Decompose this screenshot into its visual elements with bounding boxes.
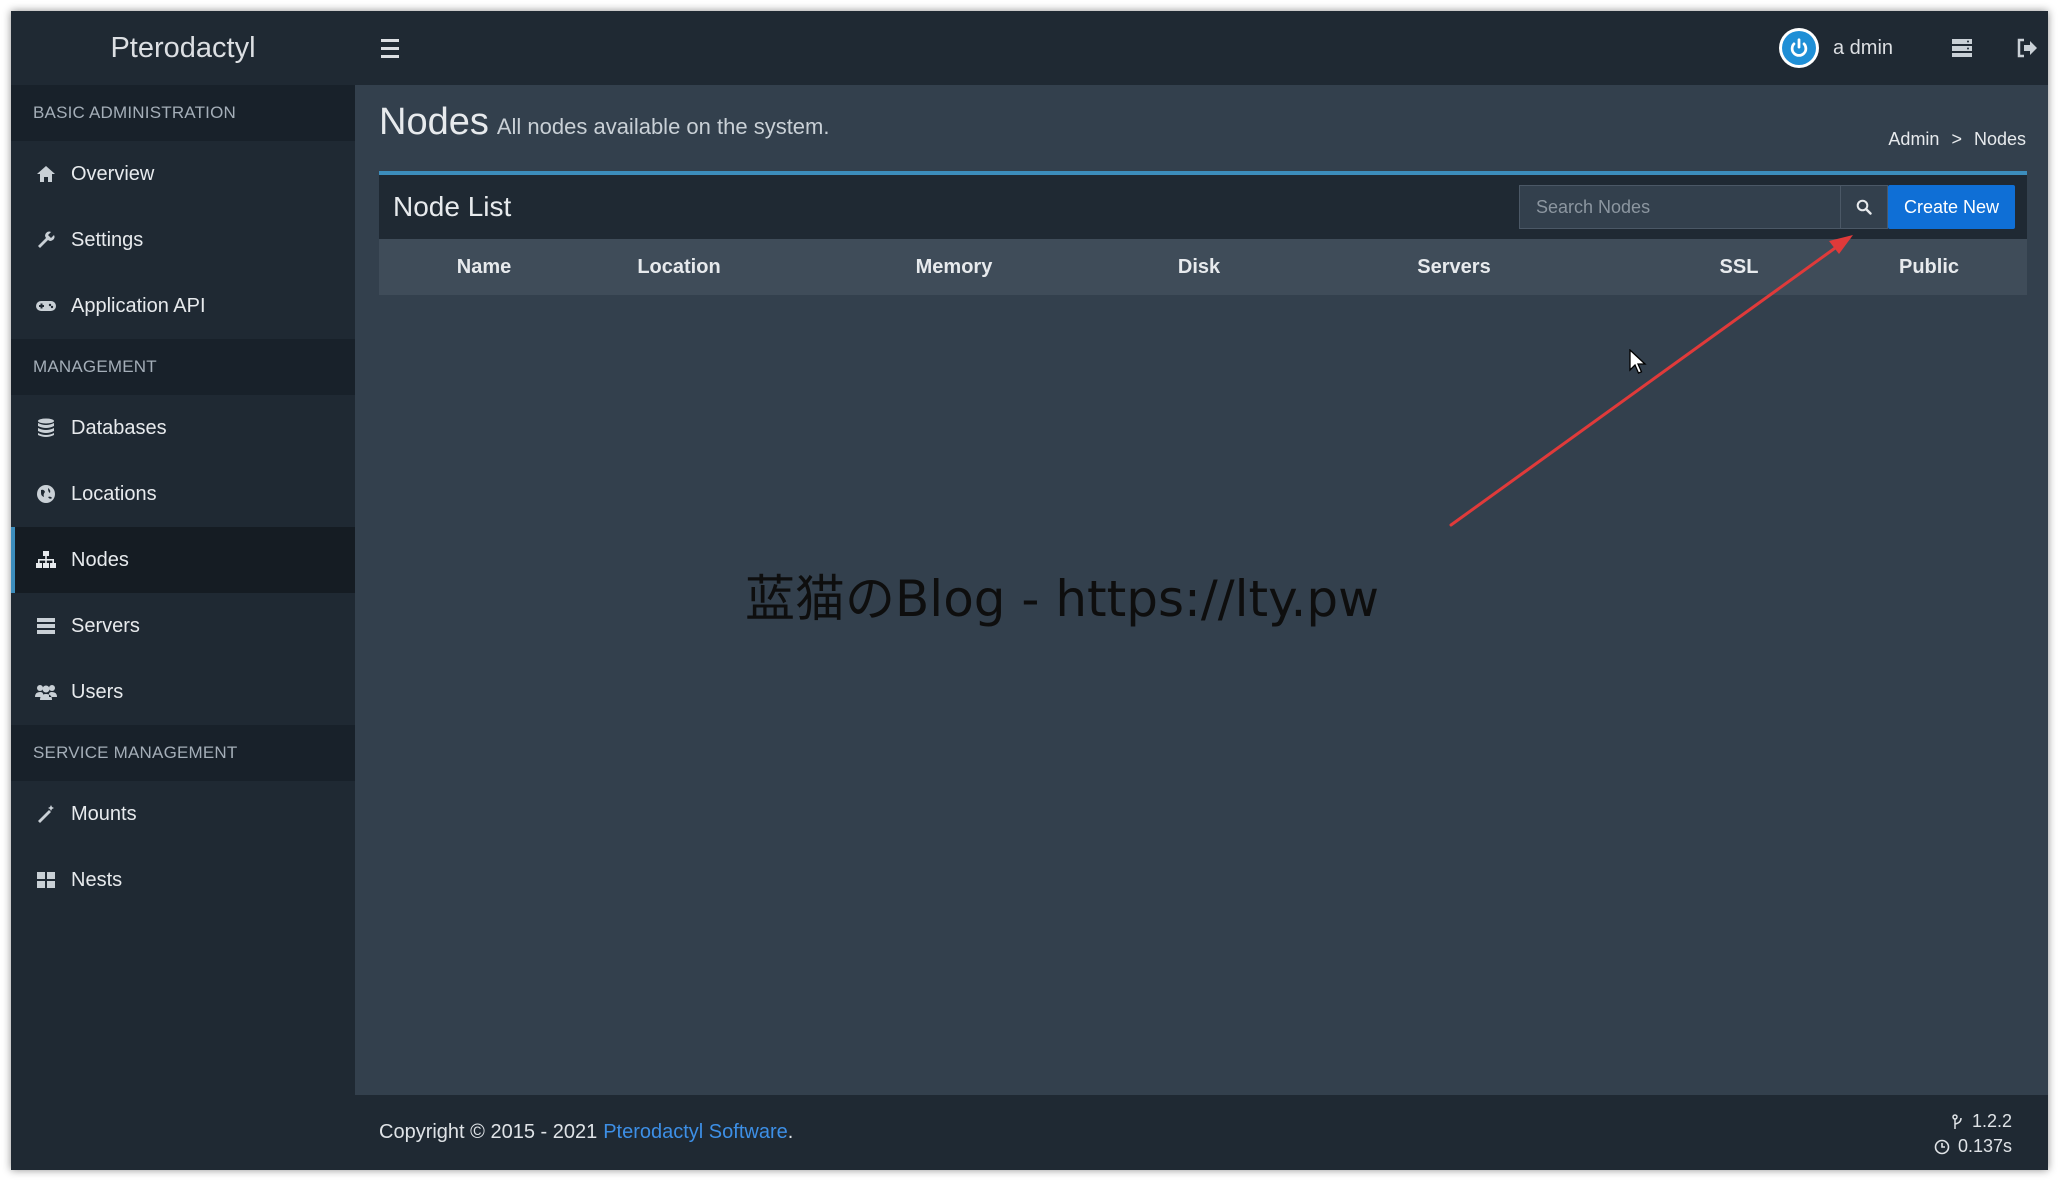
search-nodes-input[interactable]	[1519, 185, 1841, 229]
sidebar-item-nodes[interactable]: Nodes	[11, 527, 355, 593]
code-fork-icon	[1952, 1113, 1962, 1129]
sidebar-item-label: Nodes	[71, 548, 129, 571]
th-large-icon	[35, 869, 57, 891]
sidebar-item-label: Overview	[71, 162, 155, 185]
power-icon	[1790, 38, 1808, 57]
content-header: Nodes All nodes available on the system.	[379, 101, 829, 144]
column-header-name[interactable]: Name	[429, 239, 539, 295]
sidebar-item-locations[interactable]: Locations	[11, 461, 355, 527]
sidebar-item-label: Servers	[71, 614, 140, 637]
footer: Copyright © 2015 - 2021 Pterodactyl Soft…	[355, 1095, 2048, 1170]
users-icon	[35, 681, 57, 703]
sidebar: BASIC ADMINISTRATION Overview Settings A…	[11, 85, 355, 1170]
user-name: a dmin	[1833, 36, 1894, 59]
breadcrumb: Admin > Nodes	[1888, 129, 2026, 150]
page-title: Nodes	[379, 101, 489, 143]
sidebar-item-label: Users	[71, 680, 124, 703]
sidebar-item-label: Settings	[71, 228, 144, 251]
render-time-text: 0.137s	[1957, 1136, 2012, 1156]
server-list-icon[interactable]	[1949, 35, 1975, 61]
sidebar-item-label: Databases	[71, 416, 167, 439]
sidebar-section-service-management: SERVICE MANAGEMENT	[11, 725, 355, 781]
version-text: 1.2.2	[1971, 1111, 2012, 1131]
column-header-location[interactable]: Location	[609, 239, 749, 295]
column-header-public[interactable]: Public	[1869, 239, 1989, 295]
gamepad-icon	[35, 295, 57, 317]
footer-meta: 1.2.2 0.137s	[1934, 1109, 2012, 1159]
search-button[interactable]	[1840, 185, 1888, 229]
sidebar-item-users[interactable]: Users	[11, 659, 355, 725]
magic-icon	[35, 803, 57, 825]
watermark-text: 蓝猫のBlog - https://lty.pw	[745, 570, 1380, 628]
sidebar-item-application-api[interactable]: Application API	[11, 273, 355, 339]
column-header-servers[interactable]: Servers	[1389, 239, 1519, 295]
clock-icon	[1934, 1139, 1950, 1154]
sidebar-item-label: Mounts	[71, 802, 137, 825]
copyright-text: Copyright © 2015 - 2021	[379, 1121, 598, 1143]
sidebar-section-management: MANAGEMENT	[11, 339, 355, 395]
sidebar-item-label: Application API	[71, 294, 206, 317]
breadcrumb-separator: >	[1951, 129, 1962, 149]
sidebar-item-nests[interactable]: Nests	[11, 847, 355, 913]
sidebar-item-label: Nests	[71, 868, 123, 891]
sitemap-icon	[35, 549, 57, 571]
sidebar-item-overview[interactable]: Overview	[11, 141, 355, 207]
server-icon	[35, 615, 57, 637]
node-list-title: Node List	[393, 191, 512, 222]
brand-logo[interactable]: Pterodactyl	[11, 11, 355, 85]
sidebar-toggle-icon[interactable]	[375, 33, 405, 63]
sidebar-item-label: Locations	[71, 482, 157, 505]
breadcrumb-nodes: Nodes	[1973, 129, 2026, 149]
create-new-button[interactable]: Create New	[1888, 185, 2015, 229]
sidebar-item-servers[interactable]: Servers	[11, 593, 355, 659]
link-suffix: .	[787, 1121, 794, 1143]
page-subtitle: All nodes available on the system.	[496, 114, 830, 139]
sidebar-item-mounts[interactable]: Mounts	[11, 781, 355, 847]
column-header-memory[interactable]: Memory	[889, 239, 1019, 295]
column-header-disk[interactable]: Disk	[1149, 239, 1249, 295]
top-navbar: Pterodactyl a dmin	[11, 11, 2048, 85]
avatar	[1779, 28, 1819, 68]
sidebar-item-databases[interactable]: Databases	[11, 395, 355, 461]
pterodactyl-software-link[interactable]: Pterodactyl Software	[603, 1121, 788, 1144]
column-header-ssl[interactable]: SSL	[1699, 239, 1779, 295]
sidebar-section-basic: BASIC ADMINISTRATION	[11, 85, 355, 141]
app-window: Pterodactyl a dmin BASIC ADMINISTRATION …	[11, 11, 2048, 1170]
globe-icon	[35, 483, 57, 505]
user-menu[interactable]: a dmin	[1779, 27, 1893, 69]
database-icon	[35, 417, 57, 439]
breadcrumb-admin[interactable]: Admin	[1888, 129, 1939, 150]
sign-out-icon[interactable]	[2014, 35, 2040, 61]
sidebar-item-settings[interactable]: Settings	[11, 207, 355, 273]
node-list-box: Node List Create New Name Location Memor…	[379, 171, 2027, 295]
node-list-header: Node List Create New	[379, 175, 2027, 239]
node-table-header: Name Location Memory Disk Servers SSL Pu…	[379, 239, 2027, 295]
home-icon	[35, 163, 57, 185]
mouse-cursor-icon	[1629, 349, 1647, 374]
wrench-icon	[35, 229, 57, 251]
search-icon	[1856, 199, 1872, 215]
